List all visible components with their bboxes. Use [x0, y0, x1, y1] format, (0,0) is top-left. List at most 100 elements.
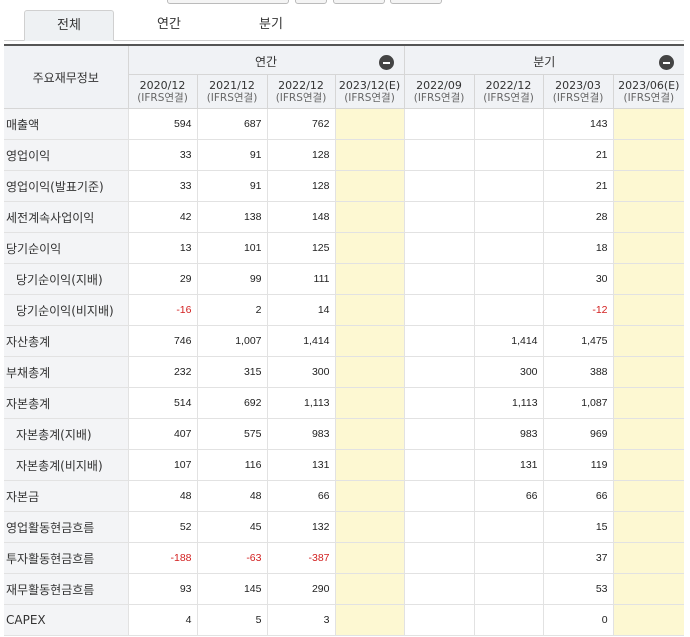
table-cell: 48 — [197, 480, 268, 512]
table-cell — [404, 325, 475, 357]
row-label[interactable]: 영업이익(발표기준) — [4, 170, 129, 202]
table-cell: -63 — [197, 542, 268, 574]
table-cell: 148 — [267, 201, 336, 233]
table-cell: 119 — [543, 449, 614, 481]
table-cell: 594 — [128, 108, 198, 140]
table-cell — [613, 604, 685, 636]
table-cell — [335, 480, 405, 512]
toolbar-control[interactable] — [167, 0, 289, 4]
collapse-annual-icon[interactable] — [378, 55, 394, 70]
row-label[interactable]: 영업이익 — [4, 139, 129, 171]
period-header: 2022/12 (IFRS연결) — [474, 74, 544, 109]
table-cell: 300 — [474, 356, 544, 388]
table-cell — [613, 480, 685, 512]
row-label[interactable]: 자본총계 — [4, 387, 129, 419]
tab-annual[interactable]: 연간 — [124, 10, 214, 40]
period-basis: (IFRS연결) — [483, 91, 534, 104]
table-cell: -16 — [128, 294, 198, 326]
table-cell: 14 — [267, 294, 336, 326]
table-cell — [474, 542, 544, 574]
table-cell: 28 — [543, 201, 614, 233]
row-label[interactable]: 당기순이익 — [4, 232, 129, 264]
row-label[interactable]: 당기순이익(지배) — [4, 263, 129, 295]
table-cell — [474, 263, 544, 295]
table-cell — [474, 573, 544, 605]
table-cell: 1,414 — [267, 325, 336, 357]
row-label[interactable]: 세전계속사업이익 — [4, 201, 129, 233]
toolbar-control[interactable] — [390, 0, 442, 4]
table-cell: 575 — [197, 418, 268, 450]
row-label[interactable]: 투자활동현금흐름 — [4, 542, 129, 574]
table-cell: 969 — [543, 418, 614, 450]
table-cell — [613, 232, 685, 264]
table-row: 영업이익(발표기준) 33 91 128 21 — [4, 170, 685, 202]
row-label[interactable]: 당기순이익(비지배) — [4, 294, 129, 326]
table-cell: 5 — [197, 604, 268, 636]
table-cell: 66 — [267, 480, 336, 512]
table-cell: 13 — [128, 232, 198, 264]
table-cell — [335, 418, 405, 450]
period-date: 2023/12(E) — [338, 78, 401, 92]
collapse-quarterly-icon[interactable] — [659, 55, 675, 70]
table-cell: 983 — [474, 418, 544, 450]
table-cell — [335, 356, 405, 388]
row-label[interactable]: 재무활동현금흐름 — [4, 573, 129, 605]
table-cell — [335, 511, 405, 543]
table-cell: 116 — [197, 449, 268, 481]
row-label[interactable]: 부채총계 — [4, 356, 129, 388]
row-label[interactable]: 자본금 — [4, 480, 129, 512]
row-label[interactable]: 자본총계(지배) — [4, 418, 129, 450]
table-cell: 66 — [543, 480, 614, 512]
table-cell: 388 — [543, 356, 614, 388]
table-cell: 48 — [128, 480, 198, 512]
table-cell: 128 — [267, 170, 336, 202]
table-cell: 131 — [267, 449, 336, 481]
table-cell: 52 — [128, 511, 198, 543]
table-cell — [474, 201, 544, 233]
table-row: 영업활동현금흐름 52 45 132 15 — [4, 511, 685, 543]
table-cell — [474, 511, 544, 543]
table-cell — [613, 263, 685, 295]
table-cell — [335, 201, 405, 233]
table-cell: 66 — [474, 480, 544, 512]
tab-quarterly[interactable]: 분기 — [226, 10, 316, 40]
table-cell: 93 — [128, 573, 198, 605]
table-cell: 42 — [128, 201, 198, 233]
table-row: 재무활동현금흐름 93 145 290 53 — [4, 573, 685, 605]
period-basis: (IFRS연결) — [275, 91, 327, 104]
table-cell: 132 — [267, 511, 336, 543]
table-cell — [335, 108, 405, 140]
table-row: 당기순이익(지배) 29 99 111 30 — [4, 263, 685, 295]
tab-all[interactable]: 전체 — [24, 10, 114, 41]
table-cell — [613, 170, 685, 202]
table-cell: 138 — [197, 201, 268, 233]
table-cell — [613, 573, 685, 605]
table-cell: 107 — [128, 449, 198, 481]
table-cell: 143 — [543, 108, 614, 140]
table-cell: 746 — [128, 325, 198, 357]
period-tabs: 전체 연간 분기 — [4, 10, 684, 41]
table-cell: 1,113 — [474, 387, 544, 419]
table-cell — [613, 511, 685, 543]
table-cell — [613, 325, 685, 357]
table-cell: 37 — [543, 542, 614, 574]
row-label[interactable]: CAPEX — [4, 604, 129, 636]
table-row: 자본총계 514 692 1,113 1,113 1,087 — [4, 387, 685, 419]
table-cell: 128 — [267, 139, 336, 171]
table-cell: 692 — [197, 387, 268, 419]
table-cell — [335, 573, 405, 605]
row-label[interactable]: 자산총계 — [4, 325, 129, 357]
row-label[interactable]: 매출액 — [4, 108, 129, 140]
table-cell — [335, 604, 405, 636]
table-cell: 145 — [197, 573, 268, 605]
table-cell — [613, 387, 685, 419]
table-cell: 300 — [267, 356, 336, 388]
toolbar-control[interactable] — [333, 0, 385, 4]
table-row: 부채총계 232 315 300 300 388 — [4, 356, 685, 388]
row-label[interactable]: 영업활동현금흐름 — [4, 511, 129, 543]
toolbar-control[interactable] — [295, 0, 327, 4]
table-row: 매출액 594 687 762 143 — [4, 108, 685, 140]
row-label[interactable]: 자본총계(비지배) — [4, 449, 129, 481]
table-cell: 21 — [543, 139, 614, 171]
table-cell: 1,113 — [267, 387, 336, 419]
